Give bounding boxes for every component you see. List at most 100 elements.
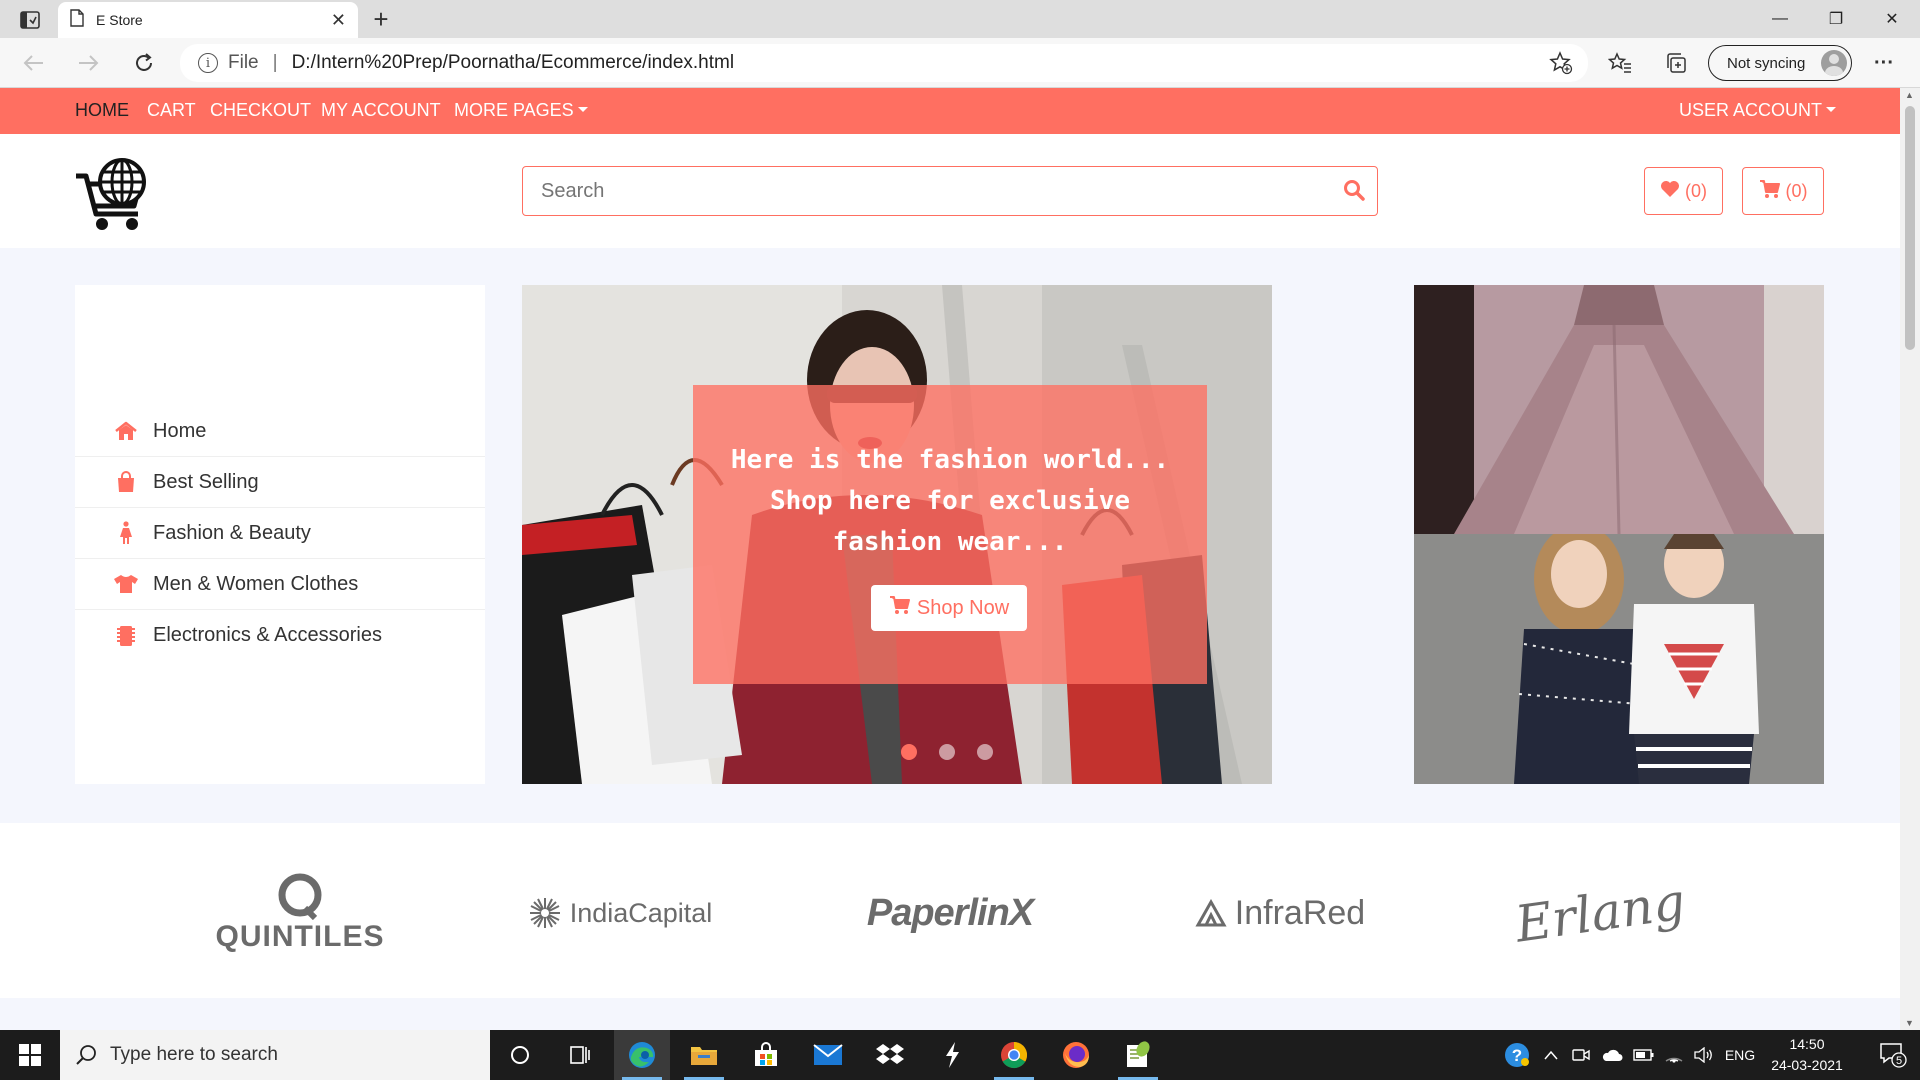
- more-icon[interactable]: ···: [1868, 47, 1900, 79]
- wishlist-button[interactable]: (0): [1644, 167, 1723, 215]
- chrome-icon[interactable]: [986, 1030, 1042, 1080]
- forward-icon[interactable]: [72, 47, 104, 79]
- info-icon[interactable]: i: [198, 53, 218, 73]
- onedrive-icon[interactable]: [1598, 1030, 1626, 1080]
- cortana-icon[interactable]: [492, 1030, 548, 1080]
- sidebar-item-label: Electronics & Accessories: [153, 624, 382, 646]
- nav-my-account[interactable]: MY ACCOUNT: [321, 100, 441, 121]
- microchip-icon: [113, 625, 139, 647]
- url-separator: |: [272, 52, 278, 73]
- taskbar-clock[interactable]: 14:50 24-03-2021: [1762, 1034, 1852, 1076]
- indiacapital-logo-icon: [529, 898, 560, 928]
- meet-now-icon[interactable]: [1568, 1030, 1594, 1080]
- maximize-button[interactable]: ❐: [1808, 0, 1864, 38]
- brand-name: QUINTILES: [215, 920, 385, 953]
- firefox-icon[interactable]: [1048, 1030, 1104, 1080]
- browser-tab[interactable]: E Store ✕: [58, 2, 358, 38]
- shopping-bag-icon: [113, 471, 139, 493]
- volume-icon[interactable]: [1690, 1030, 1718, 1080]
- cart-button[interactable]: (0): [1742, 167, 1824, 215]
- tab-title: E Store: [96, 12, 143, 28]
- notification-count: 5: [1896, 1055, 1902, 1067]
- sidebar-item-fashion-beauty[interactable]: Fashion & Beauty: [75, 508, 485, 559]
- scroll-down-icon[interactable]: ▼: [1905, 1018, 1914, 1028]
- scrollbar-thumb[interactable]: [1905, 106, 1915, 350]
- close-window-button[interactable]: ✕: [1864, 0, 1920, 38]
- browser-tab-strip: E Store ✕ + — ❐ ✕: [0, 0, 1920, 38]
- nav-checkout[interactable]: CHECKOUT: [210, 100, 311, 121]
- cart-icon: [889, 595, 911, 621]
- cart-icon: [1759, 179, 1781, 204]
- profile-sync-button[interactable]: Not syncing: [1708, 45, 1852, 81]
- brand-name: InfraRed: [1234, 893, 1366, 932]
- new-tab-button[interactable]: +: [366, 4, 396, 34]
- search-icon[interactable]: [1343, 179, 1365, 207]
- close-tab-icon[interactable]: ✕: [331, 10, 346, 31]
- mail-icon[interactable]: [800, 1030, 856, 1080]
- notification-center-icon[interactable]: 5: [1866, 1030, 1920, 1080]
- sidebar-item-label: Home: [153, 419, 207, 442]
- language-indicator[interactable]: ENG: [1720, 1030, 1760, 1080]
- hero-caption-box: Here is the fashion world... Shop here f…: [693, 385, 1207, 684]
- brand-quintiles[interactable]: QUINTILES: [210, 868, 390, 958]
- female-icon: [113, 521, 139, 545]
- nav-cart[interactable]: CART: [147, 100, 196, 121]
- brand-name: Erlang: [1511, 872, 1689, 954]
- page-scrollbar[interactable]: ▲ ▼: [1900, 88, 1920, 1030]
- battery-icon[interactable]: [1630, 1030, 1658, 1080]
- refresh-icon[interactable]: [128, 47, 160, 79]
- search-input[interactable]: Search: [522, 166, 1378, 216]
- search-icon: [76, 1044, 98, 1072]
- help-icon[interactable]: ?: [1500, 1030, 1534, 1080]
- minimize-button[interactable]: —: [1752, 0, 1808, 38]
- nav-home[interactable]: HOME: [75, 100, 129, 121]
- tab-actions-icon[interactable]: [14, 8, 46, 32]
- windows-taskbar: Type here to search ? ENG 14:50 24-03-20…: [0, 1030, 1920, 1080]
- file-explorer-icon[interactable]: [676, 1030, 732, 1080]
- add-favorite-icon[interactable]: [1545, 47, 1577, 79]
- top-navbar: HOME CART CHECKOUT MY ACCOUNT MORE PAGES…: [0, 88, 1900, 134]
- notepad-plus-icon[interactable]: [1110, 1030, 1166, 1080]
- brand-infrared[interactable]: InfraRed: [1180, 868, 1380, 958]
- gown-promo-image[interactable]: [1414, 285, 1824, 534]
- kids-promo-image[interactable]: [1414, 534, 1824, 784]
- scroll-up-icon[interactable]: ▲: [1905, 90, 1914, 100]
- brand-paperlinx[interactable]: PaperlinX: [850, 868, 1050, 958]
- windows-start-icon[interactable]: [0, 1030, 60, 1080]
- carousel-dot-1[interactable]: [901, 744, 917, 760]
- cart-count: (0): [1785, 180, 1808, 201]
- carousel-dot-2[interactable]: [939, 744, 955, 760]
- sidebar-item-best-selling[interactable]: Best Selling: [75, 457, 485, 508]
- back-icon[interactable]: [18, 47, 50, 79]
- dropbox-icon[interactable]: [862, 1030, 918, 1080]
- nav-more-pages[interactable]: MORE PAGES: [454, 100, 588, 121]
- home-icon: [113, 421, 139, 441]
- sidebar-item-electronics[interactable]: Electronics & Accessories: [75, 610, 485, 661]
- brand-name: IndiaCapital: [569, 897, 713, 928]
- task-view-icon[interactable]: [552, 1030, 608, 1080]
- edge-browser-icon[interactable]: [614, 1030, 670, 1080]
- sidebar-item-label: Best Selling: [153, 470, 259, 493]
- shop-now-label: Shop Now: [916, 596, 1010, 619]
- sidebar-item-clothes[interactable]: Men & Women Clothes: [75, 559, 485, 610]
- carousel-indicators: [901, 744, 993, 760]
- chevron-up-icon[interactable]: [1538, 1030, 1564, 1080]
- address-bar[interactable]: i File | D:/Intern%20Prep/Poornatha/Ecom…: [180, 44, 1588, 82]
- brand-indiacapital[interactable]: IndiaCapital: [520, 868, 720, 958]
- brand-erlang[interactable]: Erlang: [1500, 868, 1700, 958]
- favorites-icon[interactable]: [1604, 47, 1636, 79]
- url-text[interactable]: D:/Intern%20Prep/Poornatha/Ecommerce/ind…: [292, 52, 735, 74]
- carousel-dot-3[interactable]: [977, 744, 993, 760]
- store-logo[interactable]: [74, 154, 154, 234]
- collections-icon[interactable]: [1660, 47, 1692, 79]
- wifi-icon[interactable]: [1660, 1030, 1688, 1080]
- shop-now-button[interactable]: Shop Now: [871, 585, 1027, 631]
- taskbar-search-input[interactable]: Type here to search: [60, 1030, 490, 1080]
- sidebar-item-home[interactable]: Home: [75, 406, 485, 457]
- nav-user-account[interactable]: USER ACCOUNT: [1679, 100, 1837, 121]
- store-icon[interactable]: [738, 1030, 794, 1080]
- app-lightning-icon[interactable]: [924, 1030, 980, 1080]
- search-placeholder: Search: [541, 179, 605, 202]
- hero-carousel[interactable]: Here is the fashion world... Shop here f…: [522, 285, 1272, 784]
- user-account-label: USER ACCOUNT: [1679, 100, 1823, 120]
